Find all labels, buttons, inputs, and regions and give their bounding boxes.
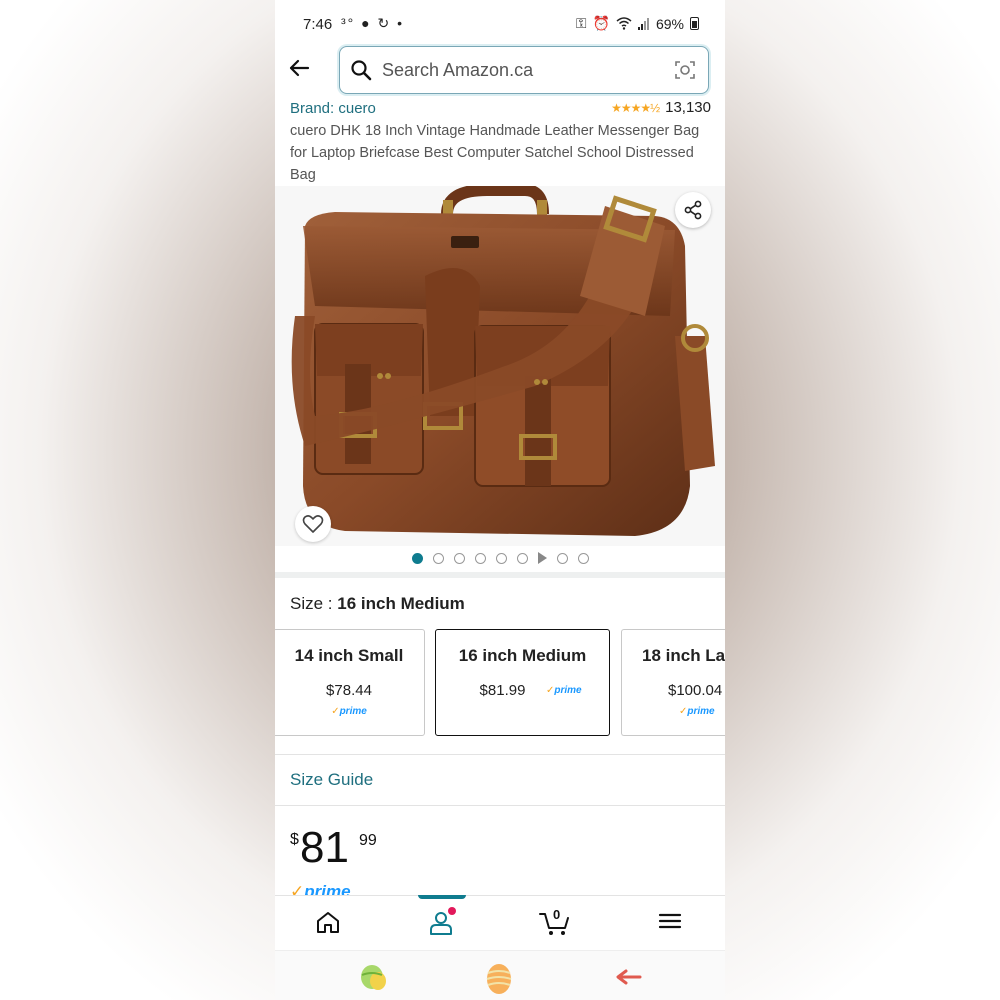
prime-badge: ✓prime <box>546 685 582 696</box>
carousel-dot[interactable] <box>556 552 568 564</box>
nav-home[interactable] <box>315 910 345 936</box>
menu-icon <box>658 913 682 929</box>
divider <box>275 805 725 806</box>
easter-egg-green-icon[interactable] <box>358 961 390 993</box>
wishlist-button[interactable] <box>295 506 331 542</box>
back-nav-icon[interactable] <box>612 961 644 993</box>
phone-screen: 7:46 ³° ● ↻ • ⚿ ⏰ 69% Brand: c <box>275 0 725 1000</box>
battery-icon <box>690 17 699 30</box>
back-gesture-icon <box>616 969 642 985</box>
size-option-18-large[interactable]: 18 inch La $100.04 ✓prime <box>621 629 725 736</box>
carousel-dot[interactable] <box>516 552 528 564</box>
wifi-icon <box>616 17 632 30</box>
brand-link[interactable]: Brand: cuero <box>290 100 376 117</box>
bottom-nav: 0 <box>275 895 725 949</box>
cart-count: 0 <box>553 907 561 922</box>
size-option-name: 16 inch Medium <box>458 646 587 665</box>
share-button[interactable] <box>675 192 711 228</box>
star-rating-icon: ★★★★½ <box>611 100 660 115</box>
battery-percent: 69% <box>655 15 684 32</box>
prime-badge: ✓prime <box>331 706 367 717</box>
carousel-dot[interactable] <box>577 552 589 564</box>
price-whole: 81 <box>300 823 349 872</box>
search-icon <box>351 60 372 81</box>
size-selected-value: 16 inch Medium <box>337 594 465 613</box>
price-fraction: 99 <box>359 832 377 849</box>
alarm-icon: ⏰ <box>592 15 610 31</box>
product-image-carousel[interactable] <box>275 184 725 546</box>
nav-menu[interactable] <box>658 910 688 936</box>
easter-egg-orange-icon[interactable] <box>483 961 515 994</box>
size-option-name: 14 inch Small <box>294 646 404 665</box>
carousel-dot[interactable] <box>432 552 444 564</box>
nav-cart[interactable]: 0 <box>538 907 574 936</box>
carousel-dots <box>275 550 725 566</box>
section-divider <box>275 572 725 578</box>
egg-orange-icon <box>486 964 512 994</box>
divider <box>275 754 725 755</box>
prime-badge: ✓prime <box>679 706 715 717</box>
home-icon <box>317 912 339 933</box>
egg-green-icon <box>361 965 386 990</box>
search-box[interactable] <box>339 46 709 94</box>
signal-icon <box>637 17 649 30</box>
video-play-icon[interactable] <box>537 552 547 564</box>
status-time: 7:46 <box>303 16 333 33</box>
status-notification-icons: ³° ● ↻ • <box>341 15 405 31</box>
prime-badge-large: ✓prime <box>290 882 351 896</box>
search-header <box>275 44 725 98</box>
nav-account[interactable] <box>428 907 458 936</box>
carousel-dot[interactable] <box>411 552 423 564</box>
size-guide-link[interactable]: Size Guide <box>290 770 373 790</box>
price-currency: $ <box>290 831 299 848</box>
search-input[interactable] <box>382 57 662 83</box>
carousel-dot[interactable] <box>453 552 465 564</box>
status-right-icons: ⚿ ⏰ 69% <box>576 15 699 32</box>
status-bar: 7:46 ³° ● ↻ • ⚿ ⏰ 69% <box>275 0 725 46</box>
rating-summary[interactable]: ★★★★½ 13,130 <box>611 99 711 116</box>
carousel-dot[interactable] <box>495 552 507 564</box>
size-label-text: Size : <box>290 594 333 613</box>
size-selector-label: Size : 16 inch Medium <box>290 594 465 614</box>
product-title: cuero DHK 18 Inch Vintage Handmade Leath… <box>290 123 700 183</box>
share-icon <box>684 200 702 220</box>
back-arrow-icon[interactable] <box>287 56 311 80</box>
size-option-price: $100.04 <box>668 682 723 699</box>
rating-count: 13,130 <box>665 99 711 116</box>
heart-icon <box>302 515 324 533</box>
camera-search-icon[interactable] <box>674 59 696 81</box>
size-option-16-medium[interactable]: 16 inch Medium $81.99 ✓prime <box>435 629 610 736</box>
size-option-name: 18 inch La <box>642 646 725 665</box>
product-image <box>291 184 715 536</box>
system-nav-bar <box>275 950 725 1000</box>
key-icon: ⚿ <box>575 15 587 31</box>
notification-dot <box>448 907 456 915</box>
carousel-dot[interactable] <box>474 552 486 564</box>
nav-active-indicator <box>418 895 466 899</box>
